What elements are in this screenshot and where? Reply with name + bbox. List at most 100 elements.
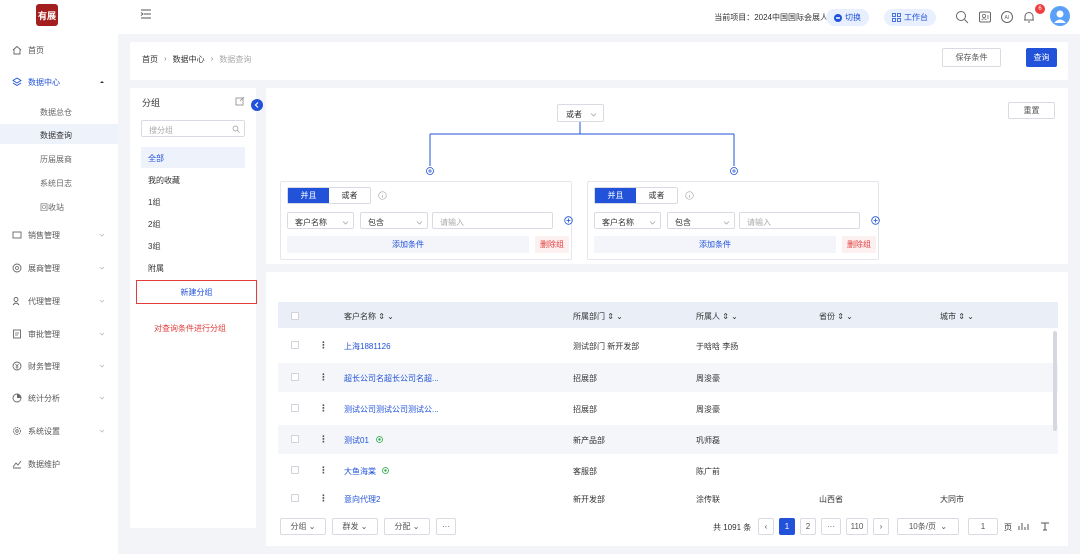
nav-item-data-center[interactable]: 数据中心	[0, 72, 118, 92]
goto-page-input[interactable]: 1	[968, 518, 998, 535]
row-checkbox[interactable]	[291, 466, 299, 474]
column-header-dept[interactable]: 所属部门 ⇕ ⌄	[573, 311, 623, 322]
add-condition-button[interactable]: 添加条件	[594, 236, 836, 253]
chart-toggle-icon[interactable]	[1018, 522, 1029, 531]
save-conditions-button[interactable]: 保存条件	[942, 48, 1001, 67]
batch-group-button[interactable]: 分组 ⌄	[280, 518, 326, 535]
root-logic-select[interactable]: 或者	[557, 104, 604, 122]
logic-toggle[interactable]: 并且 或者	[594, 187, 678, 204]
page-1-button[interactable]: 1	[779, 518, 795, 535]
contacts-icon[interactable]	[978, 10, 992, 24]
page-size-select[interactable]: 10条/页 ⌄	[897, 518, 959, 535]
row-checkbox[interactable]	[291, 435, 299, 443]
field-select[interactable]: 客户名称	[594, 212, 661, 229]
group-item-2[interactable]: 2组	[141, 213, 245, 234]
app-logo[interactable]: 有展	[36, 4, 58, 26]
delete-group-button[interactable]: 删除组	[535, 236, 569, 253]
logic-toggle[interactable]: 并且 或者	[287, 187, 371, 204]
page-2-button[interactable]: 2	[800, 518, 816, 535]
value-input[interactable]: 请输入	[432, 212, 553, 229]
delete-group-button[interactable]: 删除组	[842, 236, 876, 253]
table-row[interactable]: ⋮ 测试公司测试公司测试公... 招展部 周浚豪	[278, 394, 1058, 423]
nav-item-sales[interactable]: 销售管理	[0, 225, 118, 245]
row-more-icon[interactable]: ⋮	[319, 434, 328, 445]
breadcrumb-data-center[interactable]: 数据中心	[173, 54, 205, 65]
row-checkbox[interactable]	[291, 341, 299, 349]
or-option[interactable]: 或者	[636, 188, 677, 203]
bell-icon[interactable]	[1022, 10, 1036, 24]
nav-item-exhibitors[interactable]: 展商管理	[0, 258, 118, 278]
and-option[interactable]: 并且	[288, 188, 329, 203]
or-option[interactable]: 或者	[329, 188, 370, 203]
page-last-button[interactable]: 110	[846, 518, 868, 535]
customer-name-link[interactable]: 测试01	[344, 435, 369, 446]
menu-fold-icon[interactable]	[140, 8, 152, 20]
row-checkbox[interactable]	[291, 494, 299, 502]
subnav-past-exhibitors[interactable]: 历届展商	[0, 148, 118, 168]
nav-item-data-maintenance[interactable]: 数据维护	[0, 454, 118, 474]
subnav-recycle-bin[interactable]: 回收站	[0, 196, 118, 216]
table-scrollbar[interactable]	[1053, 331, 1057, 431]
reset-button[interactable]: 重置	[1008, 102, 1055, 119]
table-row[interactable]: ⋮ 大鱼海棠 客服部 陈广前	[278, 456, 1058, 485]
customer-name-link[interactable]: 大鱼海棠	[344, 466, 376, 477]
breadcrumb-home[interactable]: 首页	[142, 54, 158, 65]
nav-item-finance[interactable]: 财务管理	[0, 356, 118, 376]
search-icon[interactable]	[955, 10, 969, 24]
table-row[interactable]: ⋮ 测试01 新产品部 巩师磊	[278, 425, 1058, 454]
nav-item-approval[interactable]: 审批管理	[0, 324, 118, 344]
group-item-attached[interactable]: 附属	[141, 257, 245, 278]
switch-project-button[interactable]: 切换	[826, 9, 869, 26]
prev-page-button[interactable]: ‹	[758, 518, 774, 535]
workbench-button[interactable]: 工作台	[884, 9, 936, 26]
customer-name-link[interactable]: 测试公司测试公司测试公...	[344, 404, 439, 415]
column-settings-icon[interactable]	[1040, 522, 1050, 531]
customer-name-link[interactable]: 上海1881126	[344, 341, 391, 352]
row-more-icon[interactable]: ⋮	[319, 493, 328, 504]
row-checkbox[interactable]	[291, 404, 299, 412]
row-more-icon[interactable]: ⋮	[319, 340, 328, 351]
ai-assistant-icon[interactable]: AI	[1000, 10, 1014, 24]
page-ellipsis[interactable]: ···	[821, 518, 841, 535]
field-select[interactable]: 客户名称	[287, 212, 354, 229]
subnav-system-log[interactable]: 系统日志	[0, 172, 118, 192]
and-option[interactable]: 并且	[595, 188, 636, 203]
new-group-button[interactable]: 新建分组	[136, 280, 257, 304]
nav-item-settings[interactable]: 系统设置	[0, 421, 118, 441]
table-row[interactable]: ⋮ 上海1881126 测试部门 新开发部 于晗晗 李扬	[278, 331, 1058, 360]
group-item-all[interactable]: 全部	[141, 147, 245, 168]
column-header-province[interactable]: 省份 ⇕ ⌄	[819, 311, 853, 322]
edit-icon[interactable]	[235, 96, 245, 106]
subnav-data-warehouse[interactable]: 数据总仓	[0, 101, 118, 121]
operator-select[interactable]: 包含	[360, 212, 428, 229]
customer-name-link[interactable]: 超长公司名超长公司名超...	[344, 373, 439, 384]
nav-item-agents[interactable]: 代理管理	[0, 291, 118, 311]
nav-item-home[interactable]: 首页	[0, 40, 118, 60]
batch-mass-send-button[interactable]: 群发 ⌄	[332, 518, 378, 535]
customer-name-link[interactable]: 意向代理2	[344, 494, 380, 505]
column-header-city[interactable]: 城市 ⇕ ⌄	[940, 311, 974, 322]
operator-select[interactable]: 包含	[667, 212, 735, 229]
group-item-3[interactable]: 3组	[141, 235, 245, 256]
batch-more-button[interactable]: ···	[436, 518, 456, 535]
table-row[interactable]: ⋮ 超长公司名超长公司名超... 招展部 周浚豪	[278, 363, 1058, 392]
subnav-data-query[interactable]: 数据查询	[0, 124, 118, 144]
nav-item-statistics[interactable]: 统计分析	[0, 388, 118, 408]
add-circle-icon[interactable]	[564, 216, 573, 225]
query-button[interactable]: 查询	[1026, 48, 1057, 67]
batch-assign-button[interactable]: 分配 ⌄	[384, 518, 430, 535]
row-more-icon[interactable]: ⋮	[319, 403, 328, 414]
table-row[interactable]: ⋮ 意向代理2 新开发部 涂传联 山西省 大同市	[278, 488, 1058, 508]
row-more-icon[interactable]: ⋮	[319, 465, 328, 476]
add-condition-button[interactable]: 添加条件	[287, 236, 529, 253]
column-header-name[interactable]: 客户名称 ⇕ ⌄	[344, 311, 394, 322]
group-item-1[interactable]: 1组	[141, 191, 245, 212]
collapse-panel-button[interactable]	[251, 99, 263, 111]
next-page-button[interactable]: ›	[873, 518, 889, 535]
group-search-input[interactable]: 搜分组	[141, 120, 245, 137]
group-item-favorites[interactable]: 我的收藏	[141, 169, 245, 190]
select-all-checkbox[interactable]	[291, 312, 299, 320]
row-more-icon[interactable]: ⋮	[319, 372, 328, 383]
row-checkbox[interactable]	[291, 373, 299, 381]
value-input[interactable]: 请输入	[739, 212, 860, 229]
